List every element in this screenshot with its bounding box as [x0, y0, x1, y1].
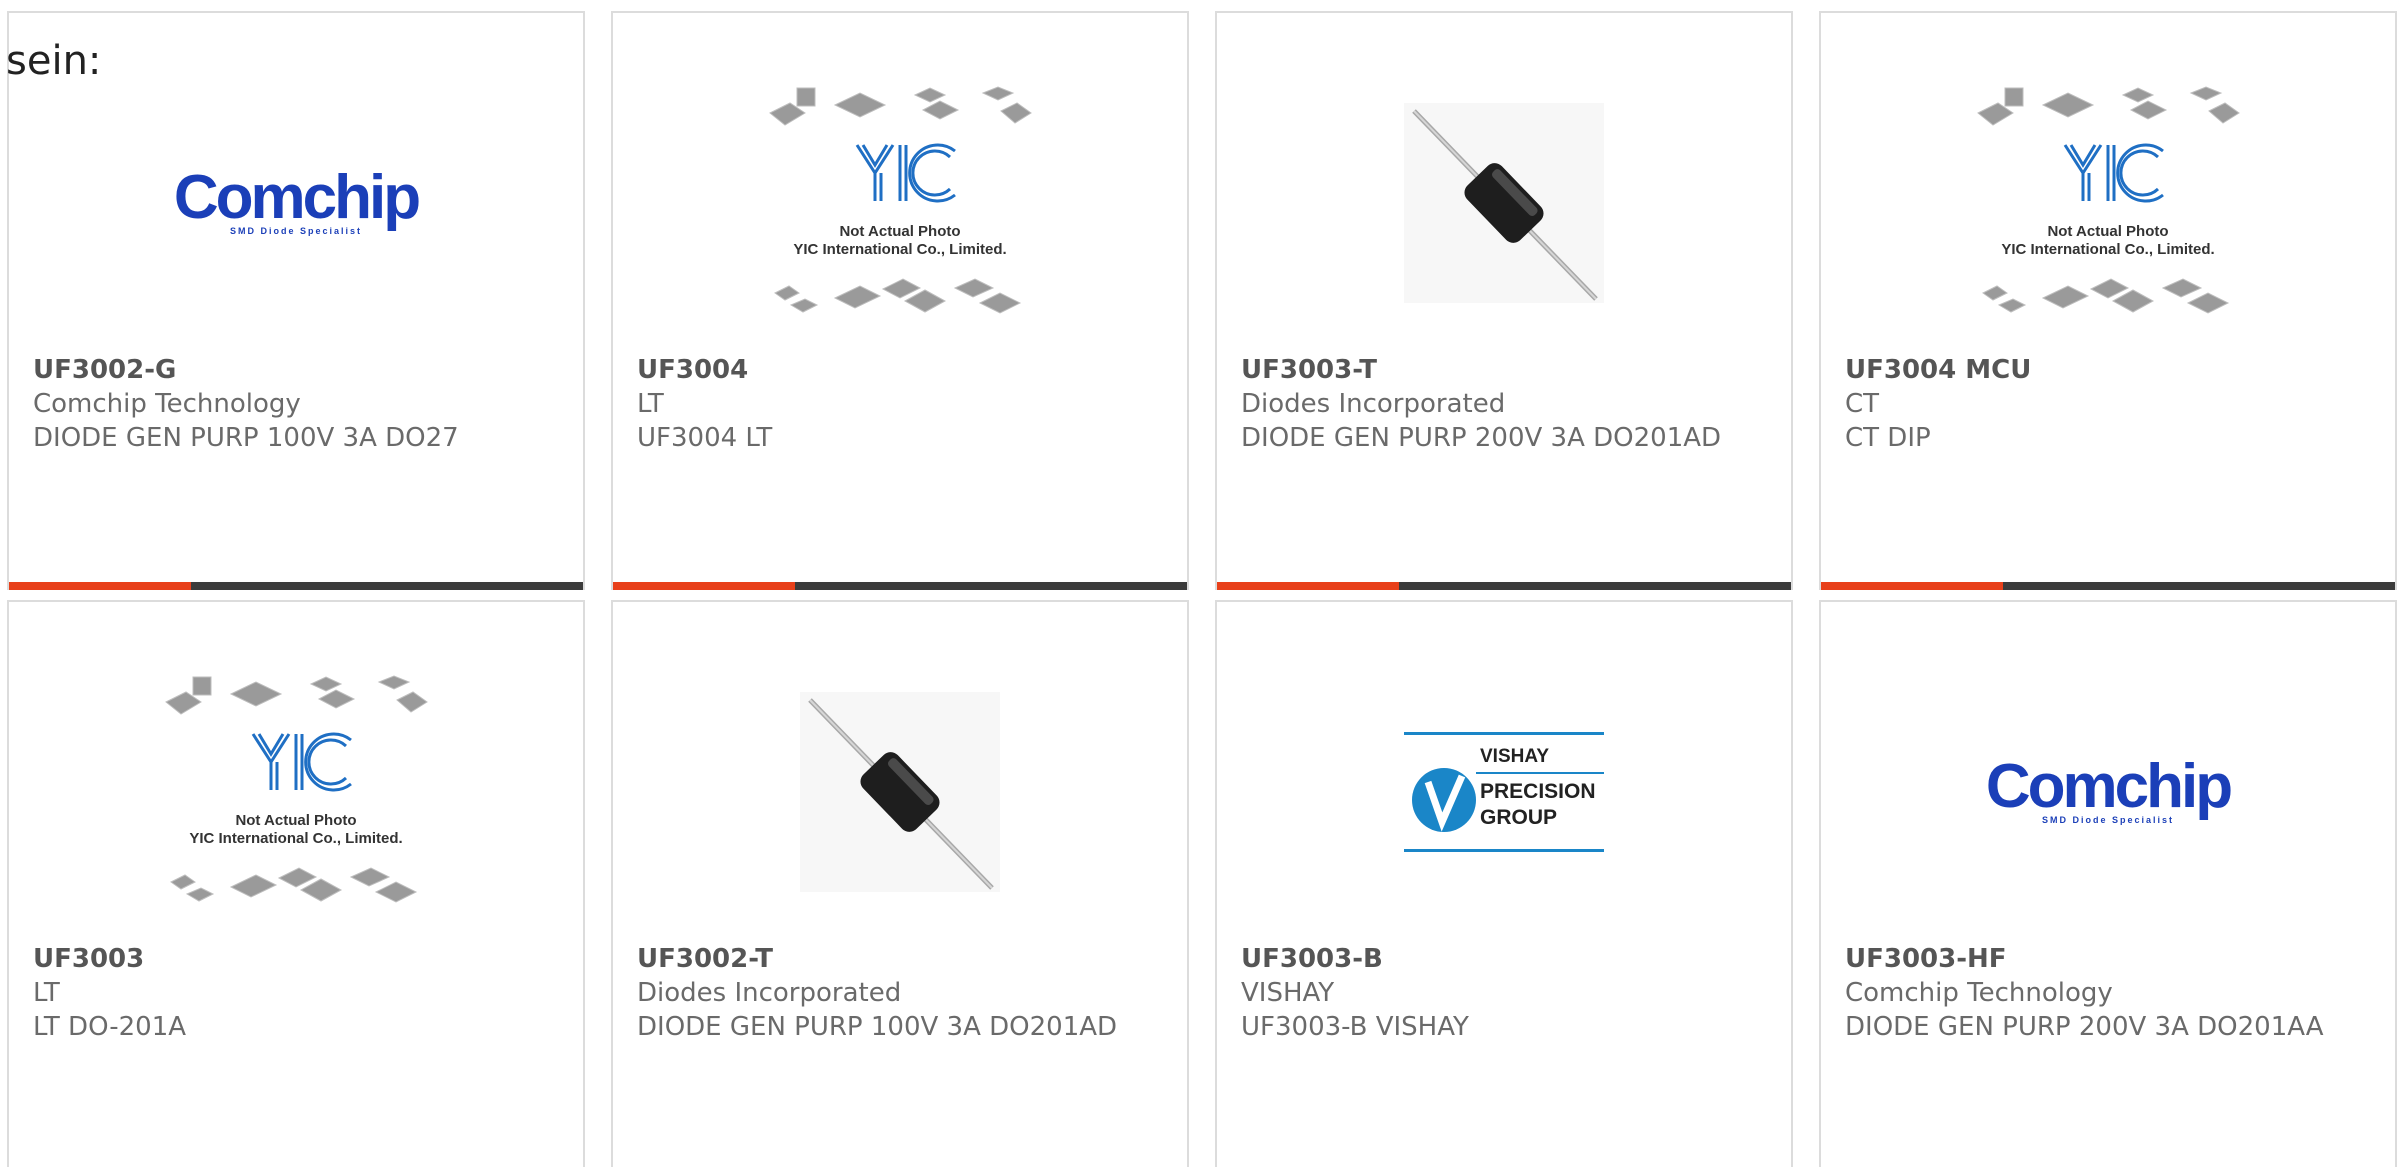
manufacturer: Comchip Technology	[1845, 978, 2113, 1008]
product-card[interactable]: VISHAY PRECISION GROUP UF3003-B VISHAY U…	[1215, 600, 1793, 1167]
manufacturer: CT	[1845, 389, 1880, 419]
description: DIODE GEN PURP 200V 3A DO201AA	[1845, 1012, 2324, 1042]
intro-text: sein:	[6, 38, 102, 84]
manufacturer: Diodes Incorporated	[1241, 389, 1506, 419]
product-card[interactable]: Not Actual Photo YIC International Co., …	[1819, 11, 2397, 590]
part-number[interactable]: UF3003-HF	[1845, 942, 2371, 976]
manufacturer: LT	[637, 389, 664, 419]
chip-icons	[769, 86, 1032, 314]
product-card[interactable]: Not Actual Photo YIC International Co., …	[611, 11, 1189, 590]
vishay-subtitle-1: PRECISION	[1480, 780, 1596, 803]
comchip-logo: Comchip SMD Diode Specialist	[1985, 752, 2233, 826]
yic-placeholder-image: Not Actual Photo YIC International Co., …	[1973, 83, 2243, 323]
diode-photo	[1404, 103, 1604, 303]
product-image[interactable]: Not Actual Photo YIC International Co., …	[613, 73, 1187, 333]
chip-icons	[1977, 86, 2240, 314]
manufacturer: Diodes Incorporated	[637, 978, 902, 1008]
manufacturer: LT	[33, 978, 60, 1008]
description: DIODE GEN PURP 200V 3A DO201AD	[1241, 423, 1722, 453]
product-image[interactable]: Comchip SMD Diode Specialist	[9, 73, 583, 333]
product-info: UF3002-T Diodes Incorporated DIODE GEN P…	[637, 942, 1163, 1044]
yic-placeholder-image: Not Actual Photo YIC International Co., …	[765, 83, 1035, 323]
product-grid-page: sein: Comchip SMD Diode Specialist UF300…	[0, 0, 2400, 1167]
product-card[interactable]: UF3002-T Diodes Incorporated DIODE GEN P…	[611, 600, 1189, 1167]
card-footer-bar	[9, 582, 583, 590]
comchip-logo: Comchip SMD Diode Specialist	[173, 163, 421, 237]
description: UF3004 LT	[637, 423, 773, 453]
yic-placeholder-image: Not Actual Photo YIC International Co., …	[161, 672, 431, 912]
part-number[interactable]: UF3002-G	[33, 353, 559, 387]
product-card[interactable]: UF3003-T Diodes Incorporated DIODE GEN P…	[1215, 11, 1793, 590]
product-info: UF3003 LT LT DO-201A	[33, 942, 559, 1044]
product-info: UF3004 MCU CT CT DIP	[1845, 353, 2371, 455]
description: CT DIP	[1845, 423, 1931, 453]
part-number[interactable]: UF3003-T	[1241, 353, 1767, 387]
product-image[interactable]: Not Actual Photo YIC International Co., …	[9, 662, 583, 922]
product-info: UF3003-B VISHAY UF3003-B VISHAY	[1241, 942, 1767, 1044]
product-image[interactable]: Not Actual Photo YIC International Co., …	[1821, 73, 2395, 333]
part-number[interactable]: UF3004	[637, 353, 1163, 387]
card-footer-bar	[1217, 582, 1791, 590]
product-image[interactable]: VISHAY PRECISION GROUP	[1217, 662, 1791, 922]
description: LT DO-201A	[33, 1012, 187, 1042]
part-number[interactable]: UF3003	[33, 942, 559, 976]
product-info: UF3003-HF Comchip Technology DIODE GEN P…	[1845, 942, 2371, 1044]
placeholder-note: Not Actual Photo YIC International Co., …	[189, 812, 403, 847]
vishay-logo: VISHAY PRECISION GROUP	[1404, 732, 1604, 852]
product-card[interactable]: Not Actual Photo YIC International Co., …	[7, 600, 585, 1167]
part-number[interactable]: UF3002-T	[637, 942, 1163, 976]
product-info: UF3004 LT UF3004 LT	[637, 353, 1163, 455]
card-accent-bar	[1821, 582, 2003, 590]
manufacturer: Comchip Technology	[33, 389, 301, 419]
part-number[interactable]: UF3004 MCU	[1845, 353, 2371, 387]
product-card[interactable]: Comchip SMD Diode Specialist UF3003-HF C…	[1819, 600, 2397, 1167]
part-number[interactable]: UF3003-B	[1241, 942, 1767, 976]
description: UF3003-B VISHAY	[1241, 1012, 1469, 1042]
card-accent-bar	[9, 582, 191, 590]
card-accent-bar	[613, 582, 795, 590]
product-image[interactable]	[1217, 73, 1791, 333]
placeholder-note: Not Actual Photo YIC International Co., …	[793, 223, 1007, 258]
chip-icons	[165, 675, 428, 903]
description: DIODE GEN PURP 100V 3A DO201AD	[637, 1012, 1118, 1042]
card-accent-bar	[1217, 582, 1399, 590]
placeholder-note: Not Actual Photo YIC International Co., …	[2001, 223, 2215, 258]
product-image[interactable]: Comchip SMD Diode Specialist	[1821, 662, 2395, 922]
product-image[interactable]	[613, 662, 1187, 922]
diode-photo	[800, 692, 1000, 892]
card-footer-bar	[1821, 582, 2395, 590]
product-info: UF3003-T Diodes Incorporated DIODE GEN P…	[1241, 353, 1767, 455]
manufacturer: VISHAY	[1241, 978, 1335, 1008]
vishay-name: VISHAY	[1480, 746, 1549, 767]
card-footer-bar	[613, 582, 1187, 590]
product-info: UF3002-G Comchip Technology DIODE GEN PU…	[33, 353, 559, 455]
product-card[interactable]: Comchip SMD Diode Specialist UF3002-G Co…	[7, 11, 585, 590]
vishay-subtitle-2: GROUP	[1480, 806, 1558, 829]
description: DIODE GEN PURP 100V 3A DO27	[33, 423, 459, 453]
